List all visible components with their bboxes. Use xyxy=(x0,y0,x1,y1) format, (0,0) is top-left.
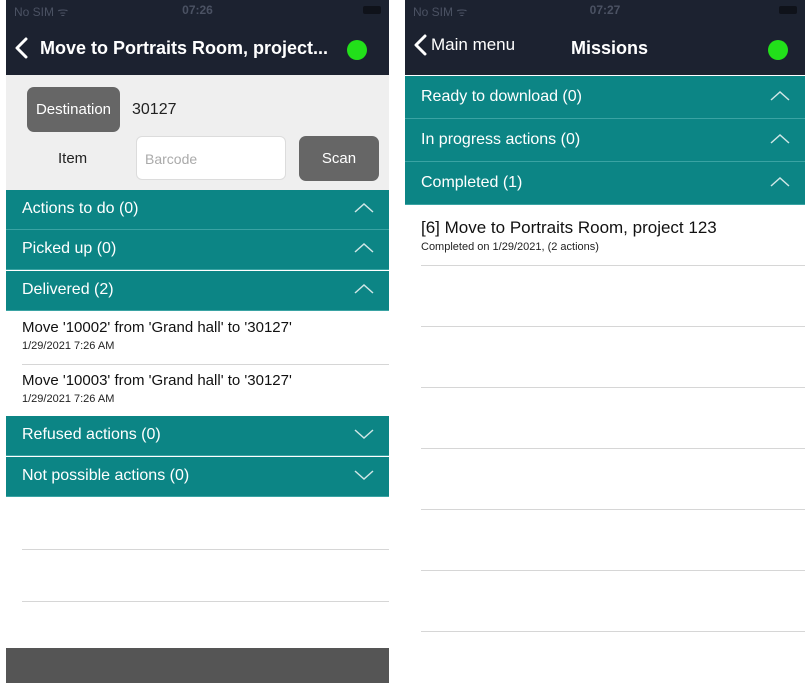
status-bar: No SIM ᯤ 07:26 xyxy=(6,0,389,20)
clock: 07:27 xyxy=(589,3,621,17)
chevron-up-icon xyxy=(769,174,791,190)
barcode-input[interactable]: Barcode xyxy=(136,136,286,180)
destination-value: 30127 xyxy=(132,101,177,118)
scan-button[interactable]: Scan xyxy=(299,136,379,181)
mission-subtitle: Completed on 1/29/2021, (2 actions) xyxy=(421,241,599,253)
section-label: Delivered (2) xyxy=(22,281,114,298)
back-button[interactable] xyxy=(14,35,28,62)
connection-status-dot xyxy=(768,40,788,60)
section-completed[interactable]: Completed (1) xyxy=(405,162,805,205)
battery-icon xyxy=(779,6,797,14)
mission-detail-screen: No SIM ᯤ 07:26 Move to Portraits Room, p… xyxy=(6,0,389,683)
section-label: Not possible actions (0) xyxy=(22,467,190,484)
section-delivered[interactable]: Delivered (2) xyxy=(6,271,389,311)
nav-bar: Move to Portraits Room, project... xyxy=(6,20,389,75)
missions-screen: No SIM ᯤ 07:27 Main menu Missions Ready … xyxy=(405,0,805,683)
section-not-possible[interactable]: Not possible actions (0) xyxy=(6,457,389,497)
section-label: Refused actions (0) xyxy=(22,426,161,443)
chevron-up-icon xyxy=(353,200,375,216)
mission-title: [6] Move to Portraits Room, project 123 xyxy=(421,218,717,237)
connection-status-dot xyxy=(347,40,367,60)
back-button[interactable]: Main menu xyxy=(413,34,515,56)
section-picked-up[interactable]: Picked up (0) xyxy=(6,230,389,270)
back-label: Main menu xyxy=(431,35,516,54)
battery-icon xyxy=(363,6,381,14)
item-label: Item xyxy=(58,150,88,167)
action-title: Move '10002' from 'Grand hall' to '30127… xyxy=(22,319,292,336)
divider xyxy=(22,549,389,550)
divider xyxy=(421,448,805,449)
chevron-up-icon xyxy=(353,240,375,256)
divider xyxy=(421,631,805,632)
nav-bar: Main menu Missions xyxy=(405,20,805,75)
section-label: Ready to download (0) xyxy=(421,88,582,105)
section-label: Actions to do (0) xyxy=(22,200,139,217)
divider xyxy=(421,509,805,510)
list-item[interactable]: Move '10002' from 'Grand hall' to '30127… xyxy=(6,312,389,364)
section-actions-to-do[interactable]: Actions to do (0) xyxy=(6,190,389,230)
action-timestamp: 1/29/2021 7:26 AM xyxy=(22,393,115,405)
chevron-down-icon xyxy=(353,426,375,442)
section-refused[interactable]: Refused actions (0) xyxy=(6,416,389,456)
action-title: Move '10003' from 'Grand hall' to '30127… xyxy=(22,372,292,389)
bottom-bar xyxy=(6,648,389,683)
divider xyxy=(421,387,805,388)
chevron-up-icon xyxy=(769,88,791,104)
destination-button[interactable]: Destination xyxy=(27,87,120,132)
section-label: Picked up (0) xyxy=(22,240,117,257)
chevron-left-icon xyxy=(15,37,28,59)
chevron-left-icon xyxy=(414,34,427,56)
chevron-down-icon xyxy=(353,467,375,483)
divider xyxy=(22,601,389,602)
action-timestamp: 1/29/2021 7:26 AM xyxy=(22,340,115,352)
divider xyxy=(421,265,805,266)
chevron-up-icon xyxy=(353,281,375,297)
section-label: In progress actions (0) xyxy=(421,131,581,148)
chevron-up-icon xyxy=(769,131,791,147)
scan-form: Destination 30127 Item Barcode Scan xyxy=(6,75,389,190)
page-title: Move to Portraits Room, project... xyxy=(40,38,329,58)
section-label: Completed (1) xyxy=(421,174,523,191)
page-title: Missions xyxy=(571,38,649,58)
list-item[interactable]: [6] Move to Portraits Room, project 123 … xyxy=(405,205,805,265)
section-in-progress[interactable]: In progress actions (0) xyxy=(405,119,805,162)
section-ready-to-download[interactable]: Ready to download (0) xyxy=(405,76,805,119)
clock: 07:26 xyxy=(182,3,213,17)
status-bar: No SIM ᯤ 07:27 xyxy=(405,0,805,20)
divider xyxy=(421,326,805,327)
divider xyxy=(421,570,805,571)
list-item[interactable]: Move '10003' from 'Grand hall' to '30127… xyxy=(6,365,389,416)
